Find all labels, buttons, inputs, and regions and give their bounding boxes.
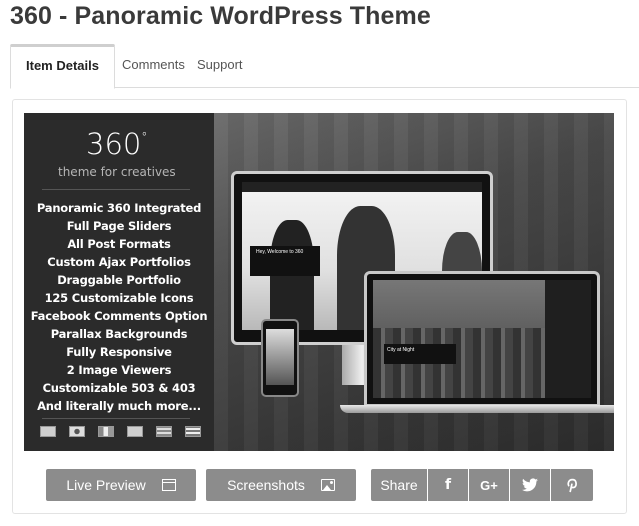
tab-support[interactable]: Support <box>195 44 245 88</box>
share-button[interactable]: Share <box>371 469 427 501</box>
page-title: 360 - Panoramic WordPress Theme <box>10 2 431 30</box>
phone-mockup <box>261 319 299 397</box>
feature-item: 125 Customizable Icons <box>44 291 194 305</box>
screenshots-button[interactable]: Screenshots <box>206 469 356 501</box>
feature-item: Parallax Backgrounds <box>50 327 188 341</box>
desktop-nav-bar <box>242 182 482 192</box>
laptop-screen <box>373 280 591 398</box>
flag-icon <box>69 426 85 437</box>
laptop-mockup <box>364 271 600 407</box>
screenshots-label: Screenshots <box>227 477 305 493</box>
twitter-bird-icon <box>522 478 538 492</box>
tab-item-details[interactable]: Item Details <box>10 44 115 89</box>
flag-icon <box>98 426 114 437</box>
theme-preview-banner: 360° theme for creatives Panoramic 360 I… <box>24 113 614 451</box>
laptop-caption: City at Night <box>384 344 456 364</box>
pinterest-p-icon <box>567 478 577 492</box>
feature-item: 2 Image Viewers <box>66 363 172 377</box>
feature-list: Panoramic 360 Integrated Full Page Slide… <box>24 199 214 415</box>
twitter-icon[interactable] <box>510 469 550 501</box>
divider <box>42 418 190 419</box>
live-preview-label: Live Preview <box>66 477 146 493</box>
desktop-caption: Hey, Welcome to 360 <box>250 246 320 276</box>
share-bar: Share f G+ <box>371 469 593 501</box>
divider <box>42 189 190 190</box>
item-tabs: Item Details Comments Support <box>10 44 639 89</box>
flag-icon <box>156 426 172 437</box>
facebook-icon[interactable]: f <box>428 469 468 501</box>
theme-tagline: theme for creatives <box>58 165 176 179</box>
feature-item: Panoramic 360 Integrated <box>36 201 202 215</box>
image-icon <box>320 479 335 491</box>
language-flags <box>40 426 201 437</box>
flag-icon <box>40 426 56 437</box>
pinterest-icon[interactable] <box>551 469 593 501</box>
banner-sidebar: 360° theme for creatives Panoramic 360 I… <box>24 113 214 451</box>
tab-comments[interactable]: Comments <box>120 44 187 88</box>
feature-item: Customizable 503 & 403 <box>42 381 196 395</box>
googleplus-icon[interactable]: G+ <box>469 469 509 501</box>
feature-item: Facebook Comments Option <box>30 309 208 323</box>
feature-item: Fully Responsive <box>66 345 172 359</box>
phone-screen <box>266 329 294 385</box>
flag-icon <box>127 426 143 437</box>
laptop-base <box>340 405 614 413</box>
live-preview-button[interactable]: Live Preview <box>46 469 196 501</box>
feature-item: Full Page Sliders <box>66 219 172 233</box>
flag-icon <box>185 426 201 437</box>
window-icon <box>161 479 176 491</box>
feature-item: Custom Ajax Portfolios <box>47 255 191 269</box>
feature-item: Draggable Portfolio <box>57 273 181 287</box>
laptop-menu <box>545 280 591 398</box>
feature-item: All Post Formats <box>67 237 171 251</box>
feature-item: And literally much more... <box>37 399 201 413</box>
theme-logo: 360° <box>86 127 148 161</box>
